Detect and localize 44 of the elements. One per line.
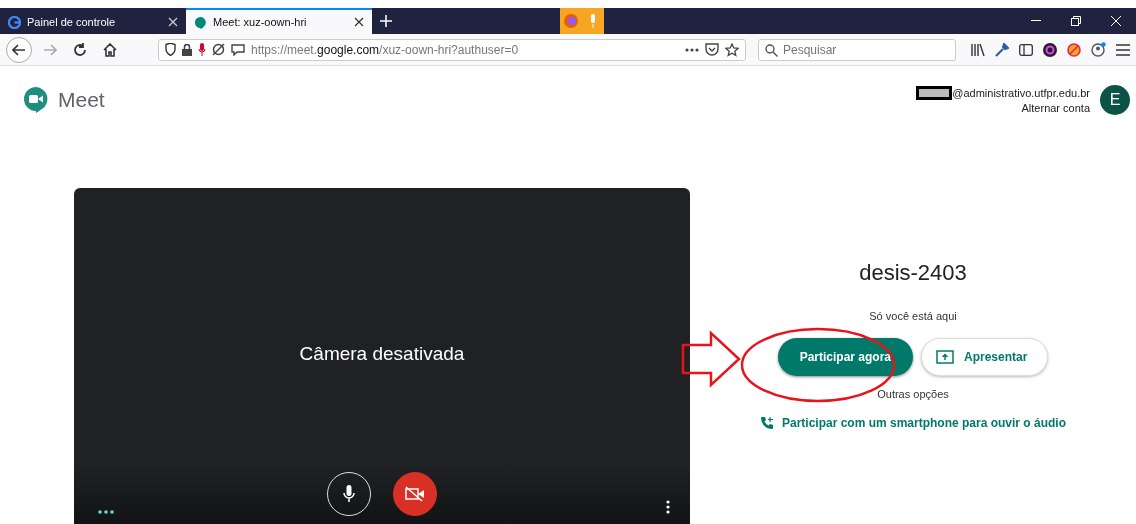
- shield-icon[interactable]: [165, 43, 176, 56]
- more-icon[interactable]: [685, 47, 699, 52]
- meeting-title: desis-2403: [859, 260, 967, 286]
- present-button[interactable]: Apresentar: [921, 338, 1049, 376]
- home-icon[interactable]: [103, 42, 117, 57]
- star-icon[interactable]: [725, 42, 739, 57]
- switch-account-link[interactable]: Alternar conta: [1021, 102, 1090, 114]
- minimize-icon[interactable]: [1031, 20, 1041, 22]
- avatar[interactable]: E: [1100, 85, 1130, 115]
- more-options-icon[interactable]: [666, 500, 670, 514]
- eyedropper-icon[interactable]: [995, 42, 1009, 57]
- camera-status-text: Câmera desativada: [299, 343, 465, 365]
- app-name: Meet: [58, 88, 105, 112]
- pocket-icon[interactable]: [705, 43, 719, 56]
- account-email: @administrativo.utfpr.edu.br: [952, 87, 1090, 99]
- search-field[interactable]: Pesquisar: [758, 38, 956, 61]
- browser-tab[interactable]: Painel de controle: [0, 8, 186, 34]
- close-icon[interactable]: [354, 17, 364, 27]
- menu-icon[interactable]: [1116, 43, 1130, 56]
- lock-icon[interactable]: [182, 43, 192, 56]
- screen-upload-icon: [936, 350, 954, 364]
- color-wheel-icon[interactable]: [1043, 42, 1057, 57]
- status-text: Só você está aqui: [869, 310, 957, 322]
- redaction-mark: [916, 86, 953, 100]
- camera-off-icon: [405, 486, 425, 502]
- plus-icon[interactable]: [380, 15, 392, 27]
- restore-icon[interactable]: [1071, 16, 1081, 26]
- blocked-icon[interactable]: [1067, 42, 1081, 57]
- reload-icon[interactable]: [73, 42, 87, 57]
- join-now-button[interactable]: Participar agora: [777, 338, 913, 376]
- back-arrow-icon[interactable]: [12, 43, 26, 56]
- other-options-label: Outras opções: [877, 388, 949, 400]
- video-camera-logo-icon: [24, 87, 48, 113]
- browser-tab[interactable]: Meet: xuz-oown-hri: [186, 8, 372, 34]
- speech-bubble-icon[interactable]: [231, 43, 245, 56]
- more-icon[interactable]: [98, 510, 114, 514]
- phone-join-link[interactable]: Participar com um smartphone para ouvir o áudio: [781, 416, 1067, 430]
- sidebar-icon[interactable]: [1019, 43, 1033, 56]
- camera-button[interactable]: [393, 472, 437, 516]
- account-icon[interactable]: [1091, 42, 1106, 57]
- annotation-arrow: [681, 330, 741, 388]
- library-icon[interactable]: [971, 42, 985, 57]
- chat-bubble-icon: [194, 15, 207, 29]
- phone-icon: [759, 416, 774, 430]
